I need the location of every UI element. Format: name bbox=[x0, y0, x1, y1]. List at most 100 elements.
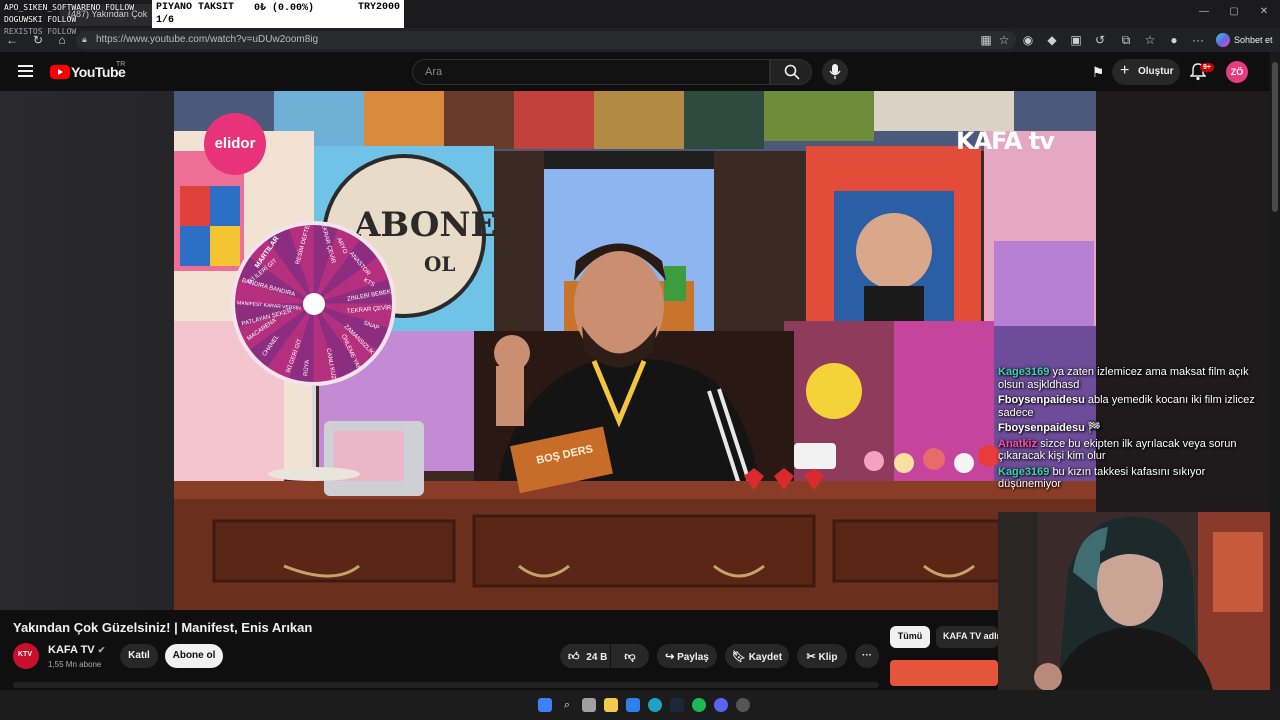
plus-icon: + bbox=[1120, 62, 1130, 79]
copilot-icon bbox=[1216, 33, 1230, 47]
subscribe-button[interactable]: Abone ol bbox=[165, 644, 223, 668]
create-video-icon[interactable]: ⚑ bbox=[1090, 64, 1106, 80]
extension-icon[interactable]: ◆ bbox=[1044, 32, 1060, 48]
reader-view-icon[interactable]: ▦ bbox=[978, 32, 994, 48]
chip-channel-label: KAFA TV adlı bbox=[943, 631, 998, 641]
save-button[interactable]: 🔖︎ Kaydet bbox=[725, 644, 789, 668]
video-frame[interactable]: ABONE OL elidor KAFA tv MARTILAR TEKRAR … bbox=[174, 91, 1096, 610]
create-button[interactable]: + Oluştur bbox=[1112, 59, 1180, 85]
wheel-label: ZİNLEBİ BEBEK bbox=[346, 289, 392, 303]
chat-username: Fboysenpaidesu bbox=[998, 422, 1085, 434]
join-button[interactable]: Katıl bbox=[120, 644, 158, 668]
discord-icon[interactable] bbox=[714, 698, 728, 712]
chat-message: Kage3169 ya zaten izlemicez ama maksat f… bbox=[998, 366, 1270, 391]
share-label: Paylaş bbox=[677, 652, 709, 663]
chat-text: 🏁 bbox=[1087, 422, 1102, 434]
share-icon: ↪ bbox=[665, 651, 675, 663]
profile-icon[interactable]: ● bbox=[1166, 32, 1182, 48]
poster-text: ABONE bbox=[353, 205, 496, 245]
live-chat-overlay: Kage3169 ya zaten izlemicez ama maksat f… bbox=[998, 366, 1270, 506]
scrollbar-thumb[interactable] bbox=[1272, 62, 1278, 212]
close-window-icon[interactable]: ✕ bbox=[1256, 6, 1272, 20]
recommended-video-thumbnail[interactable] bbox=[890, 660, 998, 686]
chat-username: Kage3169 bbox=[998, 465, 1050, 478]
chip-channel[interactable]: KAFA TV adlı bbox=[936, 626, 998, 648]
voice-search-button[interactable] bbox=[822, 59, 848, 85]
follow-line: REXISTOS FOLLOW bbox=[4, 27, 77, 36]
chat-message: Fboysenpaidesu abla yemedik kocanı iki f… bbox=[998, 394, 1270, 419]
search-icon[interactable]: ⌕ bbox=[560, 698, 574, 712]
clip-button[interactable]: ✂ Klip bbox=[797, 644, 847, 668]
menu-icon[interactable] bbox=[18, 64, 34, 78]
channel-name-text: KAFA TV bbox=[48, 644, 95, 656]
microphone-icon bbox=[829, 64, 841, 79]
share-button[interactable]: ↪ Paylaş bbox=[657, 644, 717, 668]
chat-message: Fboysenpaidesu 🏁 bbox=[998, 422, 1270, 435]
user-avatar[interactable]: ZÖ bbox=[1226, 61, 1248, 83]
task-view-icon[interactable] bbox=[582, 698, 596, 712]
wheel-label: RÜYA bbox=[303, 359, 311, 377]
stream-follow-alerts: APO_SIKEN_SOFTWARE⁠NO FOLLOW DOGUWSKI FO… bbox=[4, 2, 154, 38]
youtube-header: YouTube TR Ara ⚑ + Oluştur 9+ ZÖ bbox=[0, 52, 1270, 92]
page-scrollbar[interactable] bbox=[1270, 52, 1280, 690]
chat-message: Anatkiz sizce bu ekipten ilk ayrılacak v… bbox=[998, 438, 1270, 463]
minimize-icon[interactable]: — bbox=[1196, 6, 1212, 20]
subscribe-label: Abone ol bbox=[172, 650, 216, 661]
steam-icon[interactable] bbox=[670, 698, 684, 712]
channel-logo-icon: KTV bbox=[18, 651, 32, 658]
maximize-icon[interactable]: ▢ bbox=[1226, 6, 1242, 20]
start-icon[interactable] bbox=[538, 698, 552, 712]
address-bar[interactable]: 🔒︎ https://www.youtube.com/watch?v=uDUw2… bbox=[76, 31, 1016, 49]
wheel-label: CANLI KUZU bbox=[324, 347, 337, 385]
copilot-button[interactable]: Sohbet et bbox=[1214, 31, 1274, 49]
more-actions-button[interactable]: ··· bbox=[855, 644, 879, 668]
verified-icon: ✔ bbox=[97, 645, 106, 655]
chat-username: Fboysenpaidesu bbox=[998, 394, 1085, 406]
like-button[interactable]: 👍︎ 24 B bbox=[560, 644, 610, 668]
search-input[interactable]: Ara bbox=[412, 59, 770, 85]
goal-target: TRY2000 bbox=[358, 2, 401, 13]
wheel-center bbox=[303, 293, 325, 315]
wheel-label: ARYO bbox=[335, 237, 348, 255]
youtube-play-icon bbox=[50, 65, 70, 79]
extension-icon[interactable]: ◉ bbox=[1020, 32, 1036, 48]
save-label: Kaydet bbox=[748, 652, 783, 663]
youtube-logo[interactable]: YouTube TR bbox=[50, 61, 130, 83]
wheel-label: RESİM DEFTERİ bbox=[295, 221, 314, 266]
thumbs-down-icon: 👎︎ bbox=[624, 651, 636, 663]
spotify-icon[interactable] bbox=[692, 698, 706, 712]
video-title: Yakından Çok Güzelsiniz! | Manifest, Eni… bbox=[13, 620, 313, 635]
clip-label: Klip bbox=[818, 652, 838, 663]
store-icon[interactable] bbox=[626, 698, 640, 712]
channel-watermark: KAFA tv bbox=[956, 127, 1055, 155]
edge-icon[interactable] bbox=[648, 698, 662, 712]
extension-icon[interactable]: ↺ bbox=[1092, 32, 1108, 48]
file-explorer-icon[interactable] bbox=[604, 698, 618, 712]
prize-wheel: MARTILAR TEKRAR ÇEVİR ARYO ANASTOR KTS Z… bbox=[231, 221, 396, 386]
wheel-label: TEKRAR ÇEVİR bbox=[318, 221, 336, 265]
wheel-label: CHANEL bbox=[261, 334, 281, 358]
navigation-bar: ← ↻ ⌂ 🔒︎ https://www.youtube.com/watch?v… bbox=[0, 28, 1280, 52]
dislike-button[interactable]: 👎︎ bbox=[611, 644, 649, 668]
sponsor-logo: elidor bbox=[204, 113, 266, 175]
chat-username: Kage3169 bbox=[998, 366, 1050, 378]
favorites-icon[interactable]: ☆ bbox=[1142, 32, 1158, 48]
channel-avatar[interactable]: KTV bbox=[13, 643, 39, 669]
wheel-label: KTS bbox=[362, 277, 376, 289]
follow-line: DOGUWSKI FOLLOW bbox=[4, 15, 77, 24]
extension-icon[interactable]: ▣ bbox=[1068, 32, 1084, 48]
channel-name[interactable]: KAFA TV ✔ bbox=[48, 644, 105, 656]
wheel-label: İKİ GERİ GİT bbox=[285, 338, 304, 374]
more-menu-icon[interactable]: ··· bbox=[1190, 32, 1206, 48]
description-box[interactable] bbox=[13, 682, 879, 688]
wheel-stand bbox=[312, 385, 316, 470]
chip-all[interactable]: Tümü bbox=[890, 626, 930, 648]
wheel-label: TEKRAR ÇEVİR bbox=[346, 305, 392, 315]
favorite-star-icon[interactable]: ☆ bbox=[996, 32, 1012, 48]
search-button[interactable] bbox=[770, 59, 812, 85]
obs-icon[interactable] bbox=[736, 698, 750, 712]
streamer-webcam bbox=[998, 512, 1270, 690]
split-screen-icon[interactable]: ⧉ bbox=[1118, 32, 1134, 48]
search-icon bbox=[784, 64, 800, 80]
windows-taskbar: ⌕ bbox=[0, 690, 1280, 720]
